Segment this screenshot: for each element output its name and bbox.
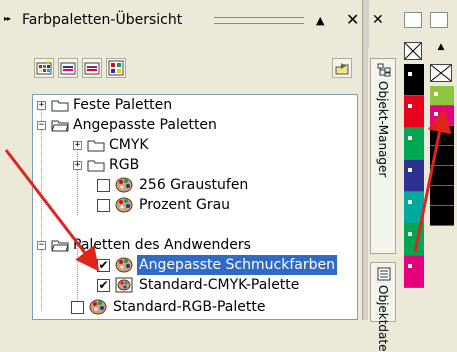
annotation-overlay: [4, 108, 452, 272]
annotation-arrow: [4, 149, 100, 272]
annotation-arrow: [413, 108, 452, 253]
